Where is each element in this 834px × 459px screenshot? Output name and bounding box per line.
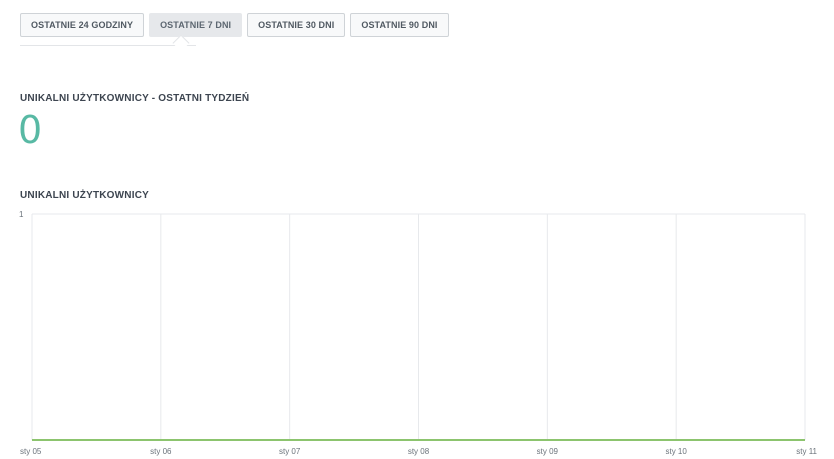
unique-users-chart: 1 sty 05 sty 06 sty 07 sty 08 sty 09 sty 10 sty… [19,210,818,456]
x-tick-label: sty 09 [537,447,559,456]
x-tick-label: sty 08 [408,447,430,456]
x-tick-label: sty 10 [665,447,687,456]
x-tick-label: sty 07 [279,447,301,456]
x-tick-label: sty 05 [20,447,42,456]
x-tick-label: sty 06 [150,447,172,456]
x-tick-label: sty 11 [796,447,817,456]
y-tick-label: 1 [19,210,24,219]
